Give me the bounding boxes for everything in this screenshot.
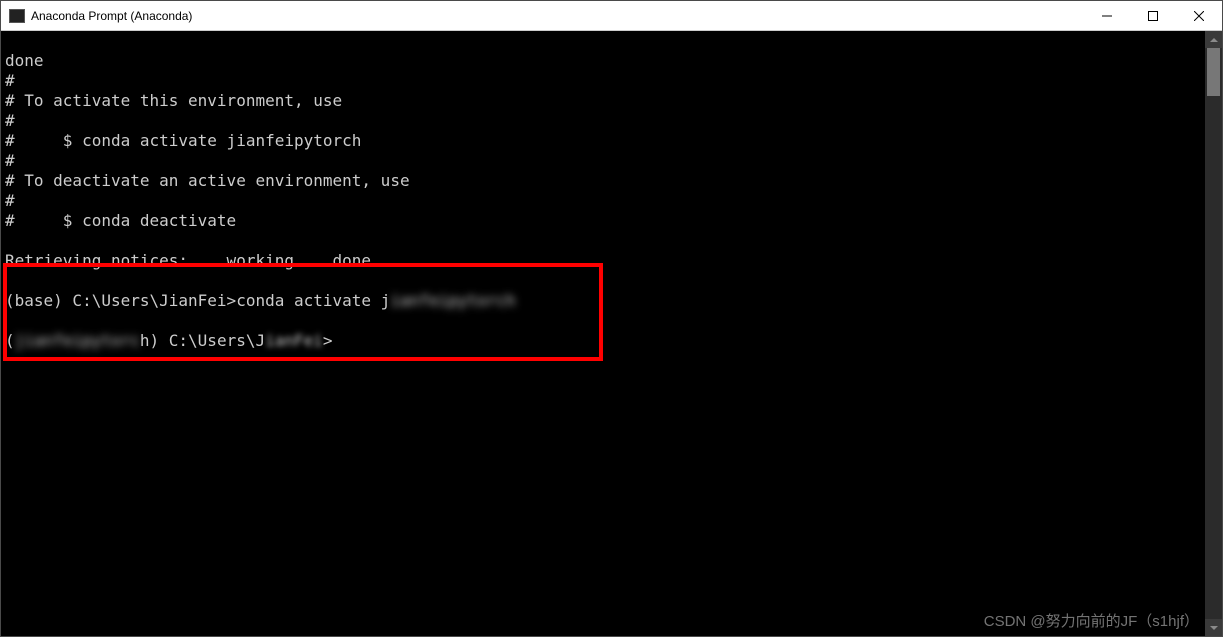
app-icon [9,9,25,23]
minimize-icon [1102,11,1112,21]
close-button[interactable] [1176,1,1222,31]
prompt-2-end: > [323,331,333,350]
scroll-track[interactable] [1205,48,1222,619]
prompt-line-2: (jianfeipytorch) C:\Users\JianFei> [5,331,333,350]
out-line: # [5,111,15,130]
out-line: # [5,191,15,210]
titlebar[interactable]: Anaconda Prompt (Anaconda) [1,1,1222,31]
scroll-down-button[interactable] [1205,619,1222,636]
out-line: # To activate this environment, use [5,91,342,110]
watermark: CSDN @努力向前的JF（s1hjf） [984,612,1199,632]
prompt-2-mid: h) C:\Users\J [140,331,265,350]
client-area: done # # To activate this environment, u… [1,31,1222,636]
out-line: # To deactivate an active environment, u… [5,171,410,190]
prompt-2-env-redacted: jianfeipytorc [15,331,140,351]
window-title: Anaconda Prompt (Anaconda) [31,9,192,23]
chevron-down-icon [1210,624,1218,632]
maximize-button[interactable] [1130,1,1176,31]
window-frame: Anaconda Prompt (Anaconda) done # # To a… [0,0,1223,637]
maximize-icon [1148,11,1158,21]
prompt-2-open: ( [5,331,15,350]
prompt-line-1: (base) C:\Users\JianFei>conda activate j… [5,291,516,310]
prompt-1-prefix: (base) C:\Users\JianFei>conda activate j [5,291,390,310]
out-line: Retrieving notices: ...working... done [5,251,371,270]
terminal-output[interactable]: done # # To activate this environment, u… [1,31,1205,636]
out-line: done [5,51,44,70]
chevron-up-icon [1210,36,1218,44]
prompt-2-user-redacted: ianFei [265,331,323,351]
out-line: # [5,71,15,90]
out-line: # $ conda deactivate [5,211,236,230]
out-line: # [5,151,15,170]
scroll-up-button[interactable] [1205,31,1222,48]
minimize-button[interactable] [1084,1,1130,31]
close-icon [1194,11,1204,21]
scroll-thumb[interactable] [1207,48,1220,96]
out-line: # $ conda activate jianfeipytorch [5,131,361,150]
prompt-1-arg-redacted: ianfeipytorch [390,291,515,311]
vertical-scrollbar[interactable] [1205,31,1222,636]
